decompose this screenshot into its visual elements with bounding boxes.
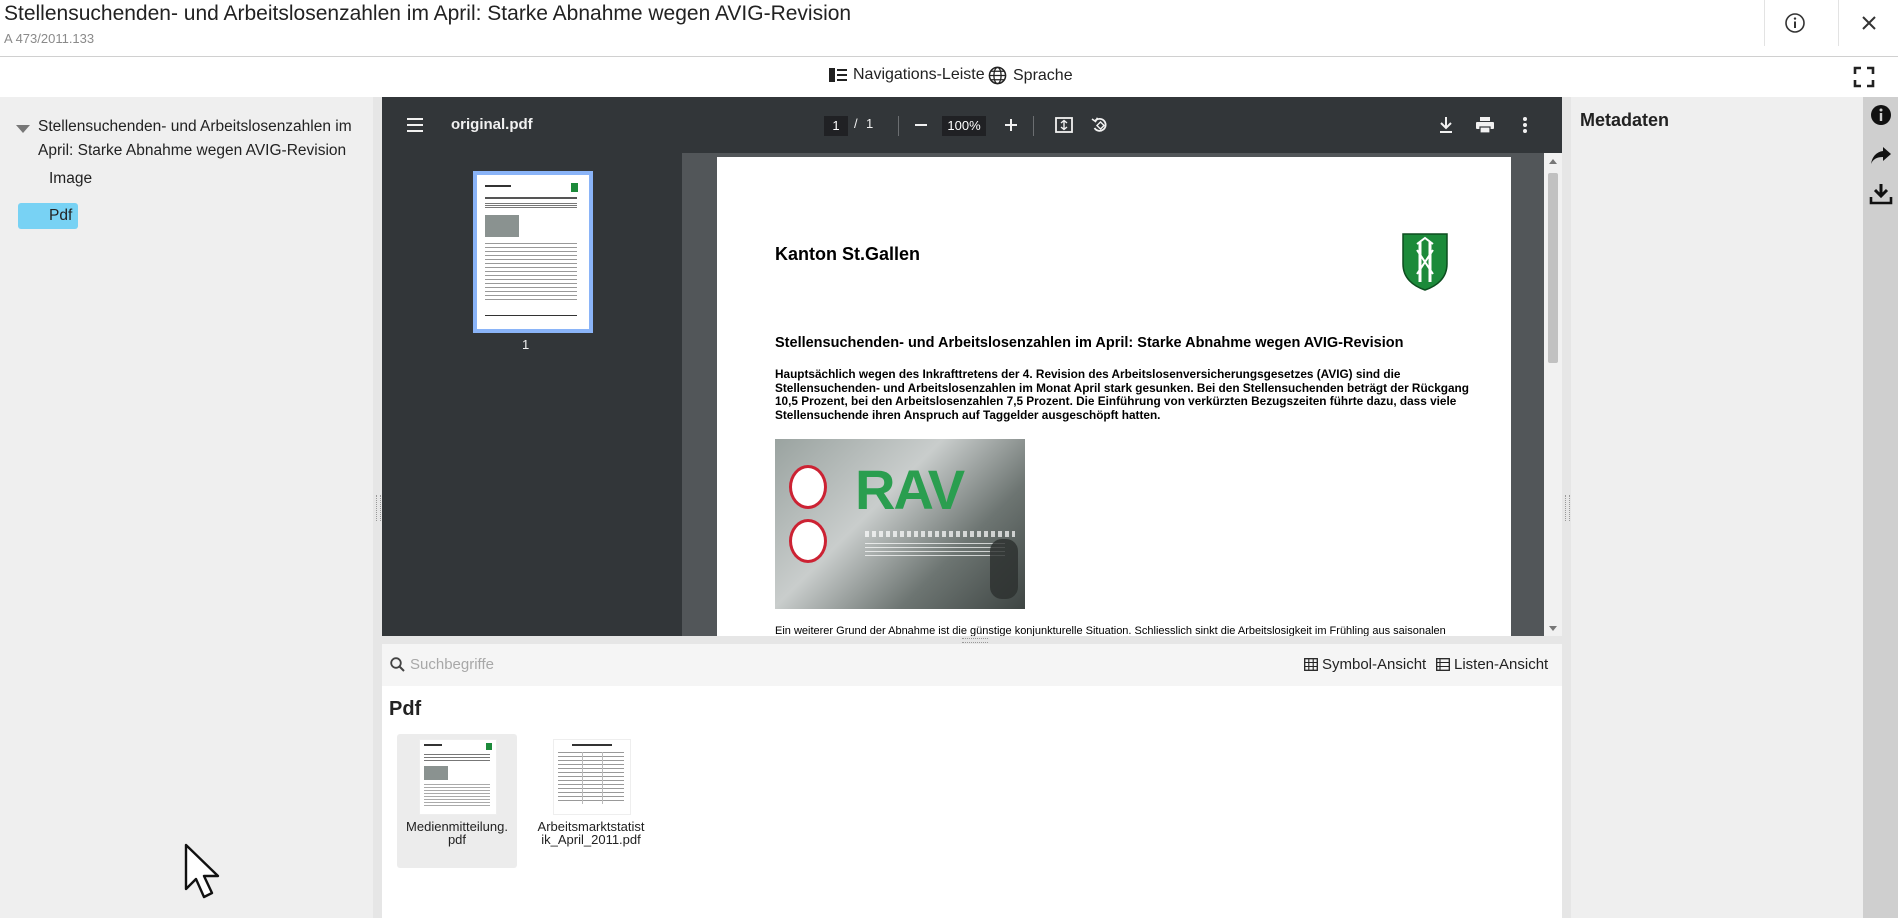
close-button[interactable] bbox=[1838, 0, 1898, 46]
page-separator: / bbox=[854, 116, 858, 131]
zoom-in-button[interactable] bbox=[1004, 118, 1018, 137]
side-action-rail bbox=[1863, 97, 1898, 918]
results-title: Pdf bbox=[389, 698, 422, 720]
document-photo: RAV bbox=[775, 439, 1025, 609]
fit-page-icon bbox=[1055, 117, 1073, 133]
horizontal-splitter[interactable] bbox=[382, 636, 1562, 644]
share-icon bbox=[1871, 147, 1891, 164]
language-label: Sprache bbox=[1013, 66, 1073, 84]
page-total: 1 bbox=[866, 116, 874, 131]
search-icon bbox=[390, 657, 405, 672]
metadata-panel: Metadaten bbox=[1571, 97, 1863, 918]
fit-page-button[interactable] bbox=[1055, 117, 1073, 138]
file-name: Medienmitteilung.pdf bbox=[406, 819, 508, 847]
photo-rav-text: RAV bbox=[855, 458, 965, 521]
fullscreen-button[interactable] bbox=[1853, 66, 1875, 93]
scrollbar-thumb[interactable] bbox=[1548, 173, 1558, 363]
file-thumbnail bbox=[553, 739, 631, 815]
minus-icon bbox=[915, 124, 927, 126]
share-button[interactable] bbox=[1869, 143, 1893, 167]
list-view-label: Listen-Ansicht bbox=[1454, 656, 1549, 673]
file-name: Arbeitsmarktstatistik_April_2011.pdf bbox=[537, 819, 645, 847]
rotate-button[interactable] bbox=[1091, 116, 1109, 139]
more-options-button[interactable] bbox=[1522, 116, 1528, 139]
document-headline: Stellensuchenden- und Arbeitslosenzahlen… bbox=[775, 335, 1404, 351]
zoom-out-button[interactable] bbox=[914, 118, 928, 137]
rotate-icon bbox=[1091, 117, 1107, 132]
search-input[interactable]: Suchbegriffe bbox=[410, 656, 494, 673]
navigation-bar-toggle[interactable]: Navigations-Leiste bbox=[829, 66, 985, 84]
language-selector[interactable]: Sprache bbox=[988, 66, 1073, 85]
pdf-filename: original.pdf bbox=[451, 116, 533, 133]
coat-of-arms-icon bbox=[1402, 233, 1448, 291]
menu-icon bbox=[407, 118, 423, 132]
thumbnail-pane: 1 bbox=[382, 153, 682, 636]
download-icon bbox=[1440, 117, 1452, 133]
pdf-scrollbar[interactable] bbox=[1544, 153, 1562, 636]
list-icon bbox=[1436, 658, 1450, 671]
navigation-tree: Stellensuchenden- und Arbeitslosenzahlen… bbox=[0, 97, 373, 918]
tree-item-image[interactable]: Image bbox=[49, 170, 92, 188]
download-icon bbox=[1869, 184, 1893, 205]
view-toolbar: Navigations-Leiste Sprache bbox=[0, 57, 1898, 98]
title-bar: Stellensuchenden- und Arbeitslosenzahlen… bbox=[0, 0, 1898, 57]
document-lead: Hauptsächlich wegen des Inkrafttretens d… bbox=[775, 367, 1469, 422]
print-icon bbox=[1476, 117, 1494, 134]
tree-item-root[interactable]: Stellensuchenden- und Arbeitslosenzahlen… bbox=[38, 115, 358, 163]
page-title: Stellensuchenden- und Arbeitslosenzahlen… bbox=[4, 2, 852, 25]
symbol-view-label: Symbol-Ansicht bbox=[1322, 656, 1427, 673]
metadata-info-button[interactable] bbox=[1869, 103, 1893, 127]
close-icon bbox=[1862, 16, 1876, 30]
grid-icon bbox=[1304, 658, 1318, 671]
page-number-input[interactable]: 1 bbox=[824, 116, 848, 136]
fullscreen-icon bbox=[1853, 66, 1875, 88]
symbol-view-button[interactable]: Symbol-Ansicht bbox=[1304, 656, 1426, 673]
record-signature: A 473/2011.133 bbox=[4, 31, 95, 46]
pdf-viewer: original.pdf 1 / 1 100% 1 Kanton St.Gall… bbox=[382, 97, 1562, 636]
zoom-level[interactable]: 100% bbox=[942, 116, 986, 136]
mouse-cursor-icon bbox=[184, 843, 220, 899]
tree-item-pdf[interactable]: Pdf bbox=[18, 203, 78, 229]
right-splitter[interactable] bbox=[1562, 97, 1571, 918]
list-view-button[interactable]: Listen-Ansicht bbox=[1436, 656, 1548, 673]
left-splitter[interactable] bbox=[373, 97, 382, 918]
sidebar-menu-button[interactable] bbox=[406, 117, 424, 138]
file-card[interactable]: Medienmitteilung.pdf bbox=[397, 734, 517, 868]
pdf-toolbar: original.pdf 1 / 1 100% bbox=[382, 97, 1562, 153]
info-icon bbox=[1871, 105, 1891, 125]
print-button[interactable] bbox=[1476, 117, 1494, 138]
navigation-list-icon bbox=[829, 68, 847, 82]
file-card[interactable]: Arbeitsmarktstatistik_April_2011.pdf bbox=[531, 734, 651, 868]
caret-down-icon[interactable] bbox=[16, 125, 30, 133]
document-canton: Kanton St.Gallen bbox=[775, 244, 921, 264]
navigation-bar-label: Navigations-Leiste bbox=[853, 66, 985, 83]
download-button[interactable] bbox=[1869, 182, 1893, 206]
document-footer-text: Ein weiterer Grund der Abnahme ist die g… bbox=[775, 625, 1446, 636]
info-button[interactable] bbox=[1764, 0, 1825, 46]
info-icon bbox=[1785, 13, 1805, 33]
results-panel: Pdf Medienmitteilung.pdf Arbeitsmarktsta… bbox=[382, 686, 1562, 918]
metadata-title: Metadaten bbox=[1580, 110, 1670, 130]
plus-icon bbox=[1005, 119, 1017, 131]
page-thumbnail[interactable] bbox=[473, 171, 593, 333]
file-thumbnail bbox=[419, 739, 497, 815]
globe-icon bbox=[988, 66, 1007, 85]
more-vertical-icon bbox=[1523, 117, 1527, 133]
pdf-download-button[interactable] bbox=[1438, 116, 1454, 139]
search-bar: Suchbegriffe Symbol-Ansicht Listen-Ansic… bbox=[382, 644, 1562, 686]
thumbnail-number: 1 bbox=[522, 337, 530, 352]
pdf-page: Kanton St.Gallen Stellensuchenden- und A… bbox=[717, 157, 1511, 636]
